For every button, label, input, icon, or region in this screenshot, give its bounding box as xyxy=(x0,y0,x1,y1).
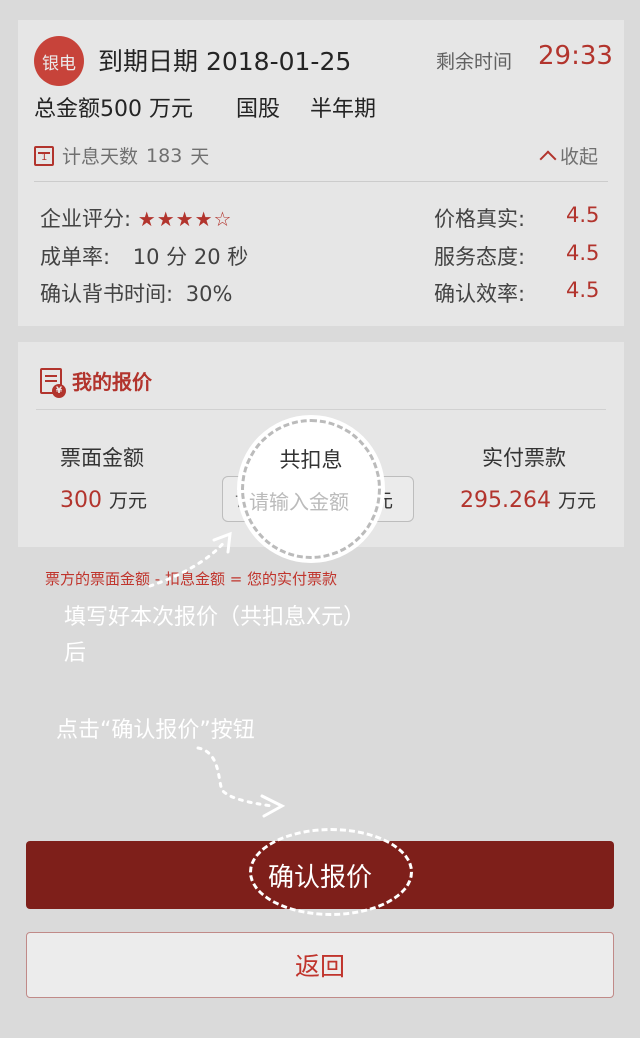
actual-payment-unit: 万元 xyxy=(557,490,596,512)
endorse-label: 确认背书时间: xyxy=(40,282,174,306)
actual-payment-number: 295.264 xyxy=(460,488,551,513)
endorse-time-row: 确认背书时间: 30% xyxy=(40,278,232,308)
interest-spotlight: 共扣息 请输入金额 xyxy=(241,419,381,559)
total-amount: 总金额500 万元 xyxy=(34,91,193,123)
quote-title-text: 我的报价 xyxy=(72,370,152,394)
due-label: 到期日期 xyxy=(98,47,199,76)
interest-header: 共扣息 xyxy=(279,448,343,472)
formula-note: 票方的票面金额 - 扣息金额 = 您的实付票款 xyxy=(45,570,338,588)
divider xyxy=(36,409,606,410)
efficiency-label: 确认效率: xyxy=(434,282,526,306)
remain-countdown: 29:33 xyxy=(538,41,613,71)
service-label: 服务态度: xyxy=(434,245,526,269)
amount-unit: 万元 xyxy=(149,97,194,122)
face-amount-unit: 万元 xyxy=(109,490,148,512)
rating-stars: ★★★★☆ xyxy=(138,207,233,231)
rating-row: 企业评分: ★★★★☆ xyxy=(40,203,232,233)
confirm-quote-button[interactable]: 确认报价 xyxy=(26,841,614,909)
quote-page: 银电 到期日期 2018-01-25 剩余时间 29:33 总金额500 万元 … xyxy=(0,0,640,1038)
star-icon: ★ xyxy=(137,207,157,231)
star-icon: ★ xyxy=(194,207,214,231)
face-amount-number: 300 xyxy=(60,488,102,513)
actual-payment-header: 实付票款 xyxy=(482,446,566,470)
service-value: 4.5 xyxy=(566,241,600,265)
rating-label: 企业评分: xyxy=(40,207,132,231)
guide-hint-click: 点击“确认报价”按钮 xyxy=(56,718,255,743)
back-button[interactable]: 返回 xyxy=(26,932,614,998)
divider xyxy=(34,181,608,182)
endorse-value: 30% xyxy=(185,282,233,306)
due-date: 2018-01-25 xyxy=(205,47,352,76)
quote-document-icon xyxy=(40,367,66,398)
arrow-to-button xyxy=(196,746,274,808)
interest-days-row: 计息天数 183 天 xyxy=(34,142,209,169)
star-icon: ★ xyxy=(156,207,176,231)
chevron-up-icon xyxy=(539,150,557,167)
service-row: 服务态度: xyxy=(434,241,525,271)
guide-hint-fill: 填写好本次报价（共扣息X元）后 xyxy=(64,605,366,666)
collapse-toggle[interactable]: 收起 xyxy=(539,142,598,169)
calendar-icon xyxy=(34,145,54,166)
days-label: 计息天数 xyxy=(62,146,139,168)
amount-value: 500 xyxy=(100,97,143,122)
due-date-row: 到期日期 2018-01-25 xyxy=(98,42,351,78)
deal-rate-row: 成单率: 10 分 20 秒 xyxy=(40,241,248,271)
price-label: 价格真实: xyxy=(434,207,526,231)
days-unit: 天 xyxy=(190,146,210,168)
efficiency-row: 确认效率: xyxy=(434,278,525,308)
days-value: 183 xyxy=(146,144,183,167)
efficiency-value: 4.5 xyxy=(566,278,600,302)
face-amount-value: 300 万元 xyxy=(60,486,147,513)
face-amount-header: 票面金额 xyxy=(60,446,144,470)
star-outline-icon: ☆ xyxy=(213,207,233,231)
actual-payment-value: 295.264 万元 xyxy=(460,486,596,513)
quote-title: 我的报价 xyxy=(40,366,152,398)
interest-input-placeholder: 请输入金额 xyxy=(249,490,349,514)
term-tag: 半年期 xyxy=(310,97,377,122)
bank-type-tag: 国股 xyxy=(236,97,281,122)
rate-value: 10 分 20 秒 xyxy=(132,245,249,269)
price-real-row: 价格真实: xyxy=(434,203,525,233)
arrow-to-button-head xyxy=(260,794,286,818)
bill-info-card: 银电 到期日期 2018-01-25 剩余时间 29:33 总金额500 万元 … xyxy=(18,20,624,326)
rate-label: 成单率: xyxy=(40,245,111,269)
amount-label: 总金额 xyxy=(34,97,101,122)
star-icon: ★ xyxy=(175,207,195,231)
remain-label: 剩余时间 xyxy=(436,51,513,73)
collapse-label: 收起 xyxy=(559,146,598,168)
bank-badge: 银电 xyxy=(34,36,84,86)
price-value: 4.5 xyxy=(566,203,600,227)
